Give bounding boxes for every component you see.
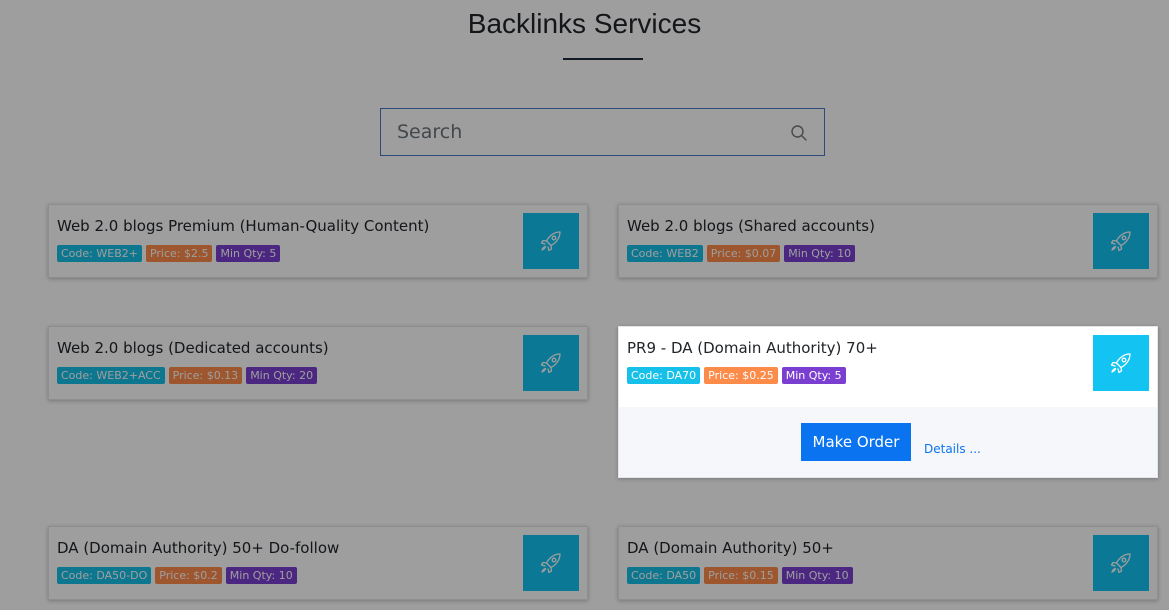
search-input[interactable] [381,109,797,155]
service-name: Web 2.0 blogs (Dedicated accounts) [57,339,329,357]
service-name: Web 2.0 blogs (Shared accounts) [627,217,875,235]
price-badge: Price: $0.07 [706,245,781,262]
service-card[interactable]: Web 2.0 blogs (Dedicated accounts) Code:… [48,326,588,400]
service-name: DA (Domain Authority) 50+ [627,539,834,557]
min-qty-badge: Min Qty: 20 [246,367,318,384]
service-card[interactable]: DA (Domain Authority) 50+ Do-follow Code… [48,526,588,600]
service-card[interactable]: DA (Domain Authority) 50+ Code: DA50 Pri… [618,526,1158,600]
page: Backlinks Services Web 2.0 blogs Premium… [0,0,1169,610]
code-badge: Code: DA50 [627,567,701,584]
rocket-icon [540,231,561,252]
details-link[interactable]: Details ... [924,442,981,456]
rocket-icon [540,553,561,574]
rocket-icon [1110,553,1131,574]
service-badges: Code: DA50 Price: $0.15 Min Qty: 10 [627,567,853,584]
rocket-icon [1110,353,1131,374]
code-badge: Code: DA50-DO [57,567,152,584]
page-title: Backlinks Services [467,8,702,39]
code-badge: Code: WEB2+ACC [57,367,165,384]
min-qty-badge: Min Qty: 10 [225,567,297,584]
price-badge: Price: $0.15 [704,567,778,584]
price-badge: Price: $0.25 [704,367,778,384]
order-rocket-button[interactable] [1093,535,1149,591]
service-card-expanded[interactable]: PR9 - DA (Domain Authority) 70+ Code: DA… [618,326,1158,478]
price-badge: Price: $0.2 [155,567,222,584]
service-badges: Code: DA50-DO Price: $0.2 Min Qty: 10 [57,567,297,584]
code-badge: Code: DA70 [627,367,701,384]
order-rocket-button[interactable] [523,535,579,591]
order-rocket-button[interactable] [523,213,579,269]
rocket-icon [1110,231,1131,252]
service-badges: Code: WEB2+ Price: $2.5 Min Qty: 5 [57,245,281,262]
price-badge: Price: $0.13 [168,367,243,384]
title-underline [563,58,643,60]
min-qty-badge: Min Qty: 5 [216,245,281,262]
min-qty-badge: Min Qty: 5 [781,367,846,384]
service-badges: Code: WEB2+ACC Price: $0.13 Min Qty: 20 [57,367,318,384]
service-name: PR9 - DA (Domain Authority) 70+ [627,339,878,357]
min-qty-badge: Min Qty: 10 [784,245,856,262]
search-box [380,108,825,156]
rocket-icon [540,353,561,374]
service-badges: Code: DA70 Price: $0.25 Min Qty: 5 [627,367,846,384]
service-card[interactable]: Web 2.0 blogs Premium (Human-Quality Con… [48,204,588,278]
order-rocket-button[interactable] [1093,335,1149,391]
card-actions: Make Order Details ... [619,407,1157,477]
make-order-button[interactable]: Make Order [801,423,911,461]
order-rocket-button[interactable] [1093,213,1149,269]
service-name: DA (Domain Authority) 50+ Do-follow [57,539,340,557]
code-badge: Code: WEB2 [627,245,703,262]
service-card[interactable]: Web 2.0 blogs (Shared accounts) Code: WE… [618,204,1158,278]
search-icon[interactable] [790,124,808,142]
service-badges: Code: WEB2 Price: $0.07 Min Qty: 10 [627,245,856,262]
service-name: Web 2.0 blogs Premium (Human-Quality Con… [57,217,430,235]
price-badge: Price: $2.5 [145,245,213,262]
min-qty-badge: Min Qty: 10 [781,567,853,584]
order-rocket-button[interactable] [523,335,579,391]
code-badge: Code: WEB2+ [57,245,142,262]
